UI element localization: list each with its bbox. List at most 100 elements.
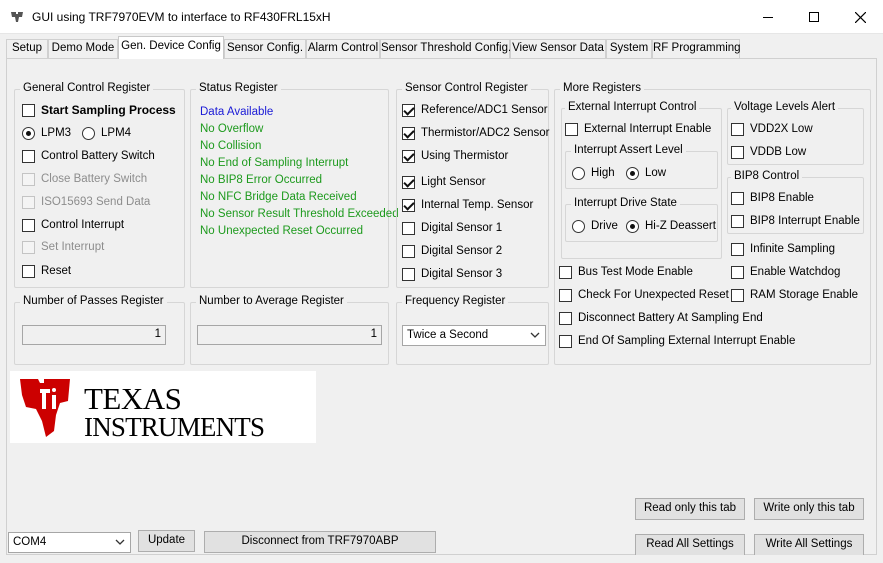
- thermistor-adc2-label: Thermistor/ADC2 Sensor: [421, 127, 550, 139]
- internal-temp-checkbox[interactable]: Internal Temp. Sensor: [402, 197, 533, 213]
- reference-adc1-label: Reference/ADC1 Sensor: [421, 104, 548, 116]
- infinite-sampling-label: Infinite Sampling: [750, 243, 836, 255]
- check-unexpected-reset-checkbox[interactable]: Check For Unexpected Reset: [559, 287, 729, 303]
- control-interrupt-label: Control Interrupt: [41, 219, 125, 231]
- logo-text-line2: INSTRUMENTS: [84, 412, 265, 442]
- update-button[interactable]: Update: [138, 530, 195, 552]
- radio-circle: [572, 219, 585, 233]
- using-thermistor-checkbox[interactable]: Using Thermistor: [402, 148, 508, 164]
- vddb-low-checkbox[interactable]: VDDB Low: [731, 144, 806, 160]
- close-icon: [854, 11, 866, 23]
- checkbox-box: [559, 334, 572, 348]
- status-item: No Overflow: [200, 123, 264, 135]
- average-input[interactable]: 1: [197, 325, 382, 345]
- tab-sensor-threshold-config[interactable]: Sensor Threshold Config.: [380, 39, 511, 58]
- status-item: No Sensor Result Threshold Exceeded: [200, 208, 399, 220]
- tab-rf-programming[interactable]: RF Programming: [652, 39, 741, 58]
- drive-radio[interactable]: Drive: [572, 218, 618, 234]
- set-interrupt-checkbox[interactable]: Set Interrupt: [22, 239, 104, 255]
- status-register-title: Status Register: [196, 82, 281, 94]
- tab-view-sensor-data[interactable]: View Sensor Data: [510, 39, 606, 58]
- bip8-enable-checkbox[interactable]: BIP8 Enable: [731, 190, 814, 206]
- tab-demo-mode[interactable]: Demo Mode: [48, 39, 118, 58]
- external-interrupt-enable-checkbox[interactable]: External Interrupt Enable: [565, 121, 711, 137]
- digital-sensor-3-checkbox[interactable]: Digital Sensor 3: [402, 266, 502, 282]
- texas-instruments-logo: TEXAS INSTRUMENTS: [10, 371, 316, 443]
- vdd2x-low-checkbox[interactable]: VDD2X Low: [731, 121, 813, 137]
- tab-setup[interactable]: Setup: [6, 39, 48, 58]
- bus-test-mode-checkbox[interactable]: Bus Test Mode Enable: [559, 264, 693, 280]
- tab-alarm-control[interactable]: Alarm Control: [306, 39, 380, 58]
- interrupt-assert-level-title: Interrupt Assert Level: [571, 144, 686, 156]
- assert-low-radio[interactable]: Low: [626, 165, 666, 181]
- status-item: No NFC Bridge Data Received: [200, 191, 357, 203]
- status-item: No BIP8 Error Occurred: [200, 174, 323, 186]
- start-sampling-checkbox[interactable]: Start Sampling Process: [22, 102, 176, 118]
- reset-checkbox[interactable]: Reset: [22, 263, 71, 279]
- checkbox-box: [22, 103, 35, 117]
- digital-sensor-1-checkbox[interactable]: Digital Sensor 1: [402, 220, 502, 236]
- passes-input[interactable]: 1: [22, 325, 166, 345]
- hiz-deassert-radio[interactable]: Hi-Z Deassert: [626, 218, 716, 234]
- read-tab-button[interactable]: Read only this tab: [635, 498, 745, 520]
- bottom-edge: [0, 555, 883, 563]
- tab-gen-device-config[interactable]: Gen. Device Config: [118, 36, 224, 59]
- assert-high-radio[interactable]: High: [572, 165, 615, 181]
- end-sampling-ext-int-checkbox[interactable]: End Of Sampling External Interrupt Enabl…: [559, 333, 795, 349]
- checkbox-box: [559, 288, 572, 302]
- status-item: No End of Sampling Interrupt: [200, 157, 349, 169]
- thermistor-adc2-checkbox[interactable]: Thermistor/ADC2 Sensor: [402, 125, 549, 141]
- close-battery-switch-label: Close Battery Switch: [41, 173, 148, 185]
- lpm4-radio[interactable]: LPM4: [82, 125, 131, 141]
- write-all-button[interactable]: Write All Settings: [754, 534, 864, 556]
- write-tab-button[interactable]: Write only this tab: [754, 498, 864, 520]
- frequency-select[interactable]: Twice a Second: [402, 325, 546, 346]
- maximize-button[interactable]: [791, 0, 837, 34]
- external-interrupt-title: External Interrupt Control: [565, 101, 700, 113]
- logo-text-line1: TEXAS: [84, 381, 182, 416]
- checkbox-box: [731, 214, 744, 228]
- light-sensor-checkbox[interactable]: Light Sensor: [402, 174, 486, 190]
- check-unexpected-reset-label: Check For Unexpected Reset: [578, 289, 729, 301]
- minimize-button[interactable]: [745, 0, 791, 34]
- disconnect-battery-checkbox[interactable]: Disconnect Battery At Sampling End: [559, 310, 763, 326]
- checkbox-box: [22, 195, 35, 209]
- read-all-button[interactable]: Read All Settings: [635, 534, 745, 556]
- close-button[interactable]: [837, 0, 883, 34]
- digital-sensor-3-label: Digital Sensor 3: [421, 268, 503, 280]
- iso15693-send-data-label: ISO15693 Send Data: [41, 196, 151, 208]
- tab-strip: Setup Demo Mode Gen. Device Config Senso…: [6, 36, 883, 59]
- average-title: Number to Average Register: [196, 295, 347, 307]
- status-register-group: Status Register: [190, 82, 389, 288]
- com-port-select[interactable]: COM4: [8, 532, 131, 553]
- sensor-control-title: Sensor Control Register: [402, 82, 531, 94]
- iso15693-send-data-checkbox[interactable]: ISO15693 Send Data: [22, 194, 150, 210]
- window-title: GUI using TRF7970EVM to interface to RF4…: [32, 10, 331, 24]
- checkbox-box: [22, 218, 35, 232]
- bus-test-mode-label: Bus Test Mode Enable: [578, 266, 693, 278]
- lpm3-radio[interactable]: LPM3: [22, 125, 71, 141]
- close-battery-switch-checkbox[interactable]: Close Battery Switch: [22, 171, 147, 187]
- control-interrupt-checkbox[interactable]: Control Interrupt: [22, 217, 124, 233]
- tab-sensor-config[interactable]: Sensor Config.: [224, 39, 306, 58]
- bip8-interrupt-enable-label: BIP8 Interrupt Enable: [750, 215, 860, 227]
- enable-watchdog-checkbox[interactable]: Enable Watchdog: [731, 264, 840, 280]
- reference-adc1-checkbox[interactable]: Reference/ADC1 Sensor: [402, 102, 548, 118]
- tab-system[interactable]: System: [606, 39, 652, 58]
- checkbox-box: [731, 265, 744, 279]
- hiz-deassert-label: Hi-Z Deassert: [645, 220, 716, 232]
- bip8-interrupt-enable-checkbox[interactable]: BIP8 Interrupt Enable: [731, 213, 860, 229]
- ram-storage-enable-checkbox[interactable]: RAM Storage Enable: [731, 287, 858, 303]
- external-interrupt-enable-label: External Interrupt Enable: [584, 123, 712, 135]
- radio-circle: [82, 126, 95, 140]
- infinite-sampling-checkbox[interactable]: Infinite Sampling: [731, 241, 835, 257]
- control-battery-switch-checkbox[interactable]: Control Battery Switch: [22, 148, 155, 164]
- drive-label: Drive: [591, 220, 618, 232]
- bip8-control-title: BIP8 Control: [731, 170, 803, 182]
- light-sensor-label: Light Sensor: [421, 176, 486, 188]
- disconnect-button[interactable]: Disconnect from TRF7970ABP: [204, 531, 436, 553]
- checkbox-box: [731, 242, 744, 256]
- digital-sensor-2-checkbox[interactable]: Digital Sensor 2: [402, 243, 502, 259]
- checkbox-box: [402, 149, 415, 163]
- control-battery-switch-label: Control Battery Switch: [41, 150, 155, 162]
